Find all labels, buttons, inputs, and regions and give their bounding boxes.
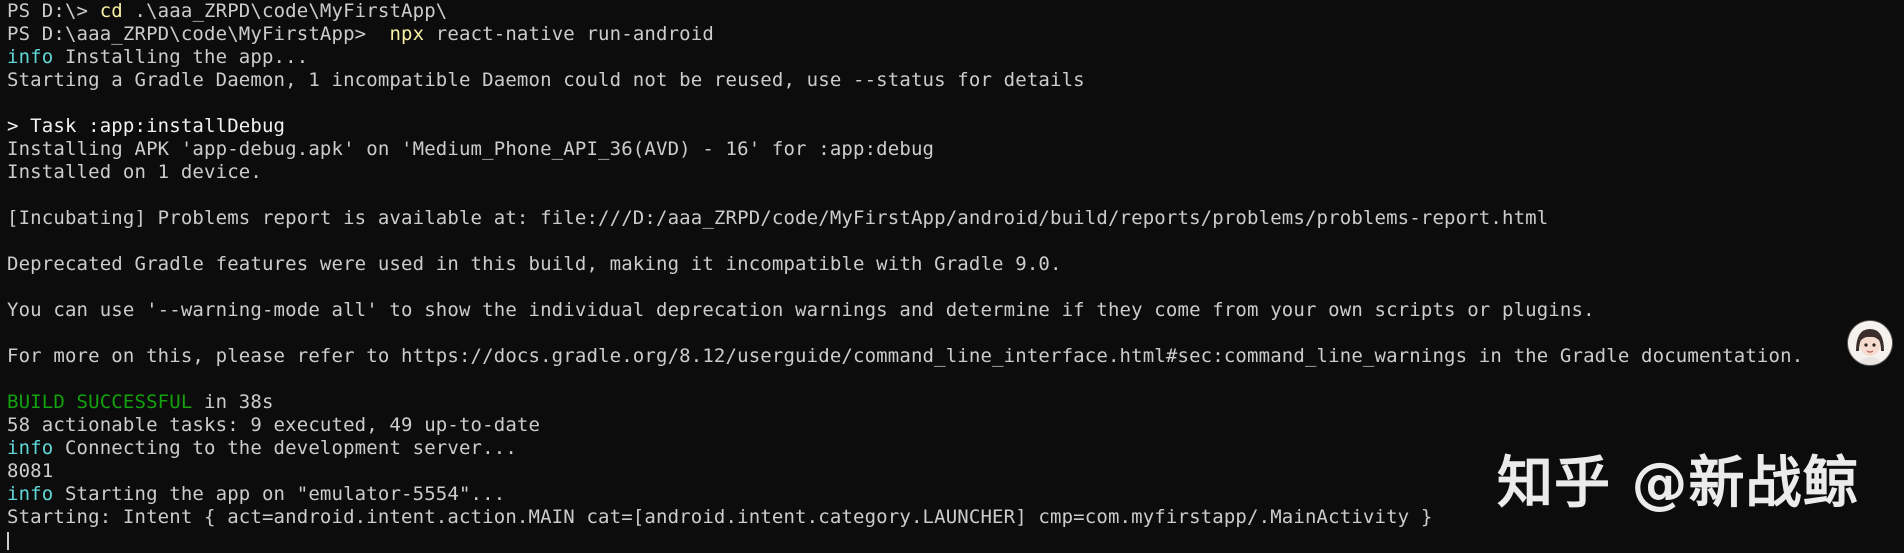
line-text: Connecting to the development server... <box>53 437 517 459</box>
info-tag: info <box>7 437 54 459</box>
terminal-line: [Incubating] Problems report is availabl… <box>7 207 1904 230</box>
line-text: Installing the app... <box>53 46 309 68</box>
terminal-line: BUILD SUCCESSFUL in 38s <box>7 391 1904 414</box>
line-text: You can use '--warning-mode all' to show… <box>7 299 1595 321</box>
prompt: PS D:\> <box>7 0 100 22</box>
terminal-line: info Installing the app... <box>7 46 1904 69</box>
terminal-line: > Task :app:installDebug <box>7 115 1904 138</box>
terminal-line: Starting a Gradle Daemon, 1 incompatible… <box>7 69 1904 92</box>
terminal-line: Installing APK 'app-debug.apk' on 'Mediu… <box>7 138 1904 161</box>
build-status: BUILD SUCCESSFUL <box>7 391 193 413</box>
terminal-line: Installed on 1 device. <box>7 161 1904 184</box>
task-text: > Task :app:installDebug <box>7 115 286 137</box>
line-text: Starting a Gradle Daemon, 1 incompatible… <box>7 69 1085 91</box>
avatar-icon <box>1848 321 1892 365</box>
line-text: 8081 <box>7 460 54 482</box>
line-text: [Incubating] Problems report is availabl… <box>7 207 1549 229</box>
line-text: in 38s <box>192 391 274 413</box>
command-args: react-native run-android <box>424 23 714 45</box>
command: cd <box>99 0 123 22</box>
input-line[interactable] <box>7 529 1904 552</box>
terminal-line: Deprecated Gradle features were used in … <box>7 253 1904 276</box>
terminal-line: For more on this, please refer to https:… <box>7 345 1904 368</box>
info-tag: info <box>7 483 54 505</box>
terminal-line: PS D:\> cd .\aaa_ZRPD\code\MyFirstApp\ <box>7 0 1904 23</box>
line-text: 58 actionable tasks: 9 executed, 49 up-t… <box>7 414 541 436</box>
info-tag: info <box>7 46 54 68</box>
command: npx <box>389 23 425 45</box>
avatar[interactable] <box>1848 321 1892 365</box>
terminal-line: You can use '--warning-mode all' to show… <box>7 299 1904 322</box>
line-text: Deprecated Gradle features were used in … <box>7 253 1062 275</box>
prompt: PS D:\aaa_ZRPD\code\MyFirstApp> <box>7 23 390 45</box>
line-text: Installing APK 'app-debug.apk' on 'Mediu… <box>7 138 935 160</box>
line-text: Installed on 1 device. <box>7 161 262 183</box>
line-text: Starting: Intent { act=android.intent.ac… <box>7 506 1433 528</box>
command-args: .\aaa_ZRPD\code\MyFirstApp\ <box>122 0 448 22</box>
line-text: For more on this, please refer to https:… <box>7 345 1804 367</box>
terminal-line: PS D:\aaa_ZRPD\code\MyFirstApp> npx reac… <box>7 23 1904 46</box>
terminal-line: 58 actionable tasks: 9 executed, 49 up-t… <box>7 414 1904 437</box>
line-text: Starting the app on "emulator-5554"... <box>53 483 506 505</box>
text-cursor <box>7 531 9 550</box>
watermark-text: 知乎 @新战鲸 <box>1497 451 1860 516</box>
